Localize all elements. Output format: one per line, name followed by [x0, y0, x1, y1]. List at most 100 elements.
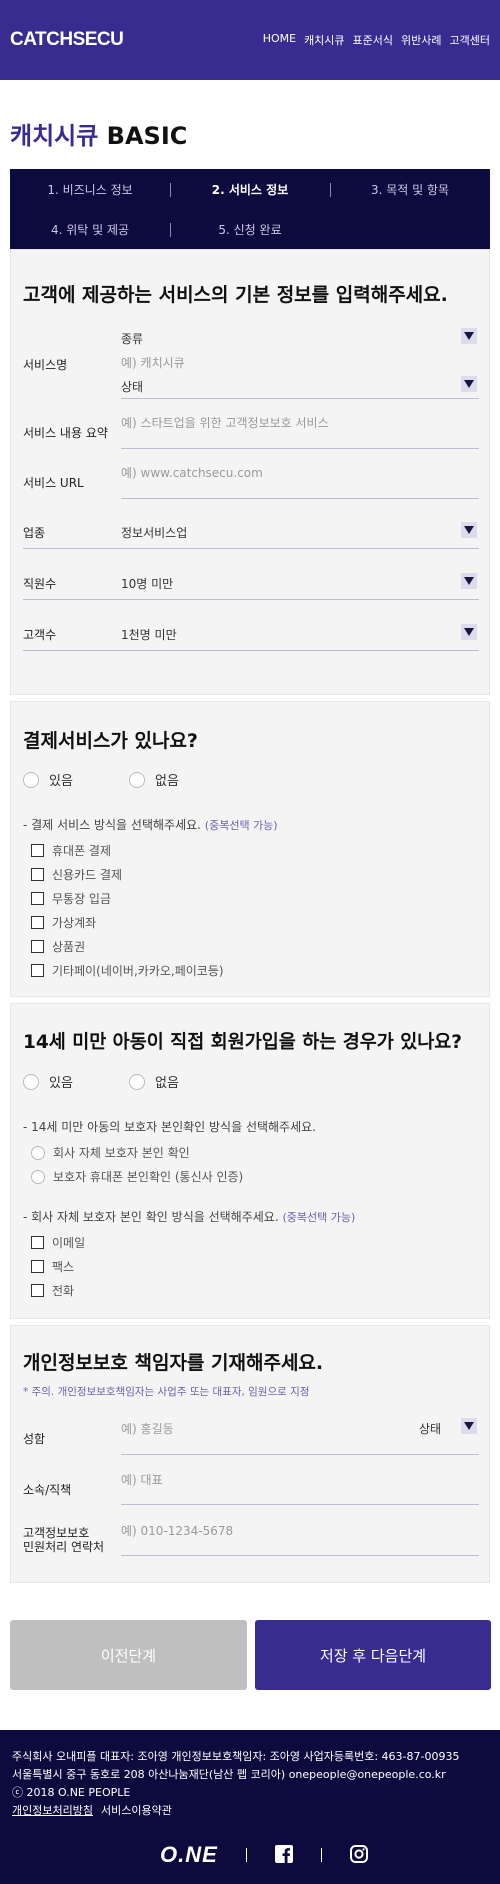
footer-links: 개인정보처리방침 서비스이용약관	[12, 1802, 180, 1818]
checkbox[interactable]	[31, 1260, 44, 1273]
guardian-method-radio[interactable]: 회사 자체 보호자 본인 확인	[31, 1144, 190, 1161]
site-header: CATCHSECU HOME 캐치시큐 표준서식 위반사례 고객센터	[0, 0, 500, 80]
field-underline	[121, 498, 479, 499]
page-title: 캐치시큐 BASIC	[10, 122, 188, 150]
officer-note: * 주의. 개인정보보호책임자는 사업주 또는 대표자, 임원으로 지정	[23, 1386, 310, 1398]
industry-select[interactable]: 정보서비스업	[121, 524, 187, 541]
payment-option[interactable]: 무통장 입금	[31, 890, 111, 907]
verification-option[interactable]: 이메일	[31, 1234, 85, 1251]
company-info: 주식회사 오내피플 대표자: 조아영 개인정보보호책임자: 조아영 사업자등록번…	[12, 1750, 460, 1763]
company-method-prompt: - 회사 자체 보호자 본인 확인 방식을 선택해주세요. (중복선택 가능)	[23, 1210, 356, 1224]
copyright: ⓒ 2018 O.NE PEOPLE	[12, 1786, 131, 1799]
employees-label: 직원수	[23, 577, 57, 591]
step-3: 3. 목적 및 항목	[370, 183, 450, 197]
officer-name-input[interactable]: 예) 홍길동	[121, 1420, 174, 1437]
chevron-down-icon[interactable]	[461, 1418, 477, 1434]
step-2-active: 2. 서비스 정보	[211, 183, 289, 197]
payment-option[interactable]: 신용카드 결제	[31, 866, 122, 883]
field-underline	[121, 1454, 479, 1455]
payment-option[interactable]: 상품권	[31, 938, 85, 955]
field-underline	[23, 599, 479, 600]
service-url-input[interactable]: 예) www.catchsecu.com	[121, 464, 263, 481]
verification-option[interactable]: 팩스	[31, 1258, 74, 1275]
officer-dept-label: 소속/직책	[23, 1483, 72, 1497]
service-type-select[interactable]: 종류	[121, 330, 143, 347]
checkbox[interactable]	[31, 1236, 44, 1249]
guardian-method-prompt: - 14세 미만 아동의 보호자 본인확인 방식을 선택해주세요.	[23, 1120, 316, 1134]
terms-link[interactable]: 서비스이용약관	[101, 1804, 172, 1817]
service-summary-input[interactable]: 예) 스타트업을 위한 고객정보보호 서비스	[121, 414, 329, 431]
checkbox[interactable]	[31, 892, 44, 905]
logo[interactable]: CATCHSECU	[10, 29, 124, 51]
field-underline	[23, 548, 479, 549]
radio-circle[interactable]	[31, 1169, 45, 1184]
payment-option[interactable]: 가상계좌	[31, 914, 96, 931]
checkbox[interactable]	[31, 964, 44, 977]
chevron-down-icon[interactable]	[461, 573, 477, 589]
footer-brand-row: O.NE	[160, 1842, 368, 1868]
verification-option[interactable]: 전화	[31, 1282, 74, 1299]
radio-circle[interactable]	[129, 1073, 145, 1090]
employees-select[interactable]: 10명 미만	[121, 575, 173, 592]
field-underline	[121, 1504, 479, 1505]
company-address: 서울특별시 중구 동호로 208 아산나눔재단(남산 펩 코리아) onepeo…	[12, 1768, 446, 1781]
facebook-icon[interactable]	[274, 1844, 293, 1866]
service-name-label: 서비스명	[23, 358, 68, 372]
officer-contact-input[interactable]: 예) 010-1234-5678	[121, 1522, 233, 1539]
section-heading: 개인정보보호 책임자를 기재해주세요.	[23, 1352, 324, 1374]
radio-circle[interactable]	[23, 1073, 39, 1090]
radio-circle[interactable]	[23, 771, 39, 788]
radio-circle[interactable]	[129, 771, 145, 788]
chevron-down-icon[interactable]	[461, 376, 477, 392]
payment-no-radio[interactable]: 없음	[129, 770, 179, 789]
service-info-section: 고객에 제공하는 서비스의 기본 정보를 입력해주세요. 서비스명 종류 예) …	[10, 249, 490, 695]
field-underline	[121, 398, 479, 399]
checkbox[interactable]	[31, 940, 44, 953]
child-no-radio[interactable]: 없음	[129, 1072, 179, 1091]
payment-yes-radio[interactable]: 있음	[23, 770, 73, 789]
section-heading: 고객에 제공하는 서비스의 기본 정보를 입력해주세요.	[23, 284, 448, 306]
radio-circle[interactable]	[31, 1145, 45, 1160]
nav-violations[interactable]: 위반사례	[401, 32, 441, 48]
section-heading: 14세 미만 아동이 직접 회원가입을 하는 경우가 있나요?	[23, 1032, 462, 1053]
checkbox[interactable]	[31, 868, 44, 881]
officer-contact-label: 고객정보보호 민원처리 연락처	[23, 1526, 105, 1554]
nav-catchsecu[interactable]: 캐치시큐	[304, 32, 344, 48]
step-5: 5. 신청 완료	[218, 223, 282, 237]
prev-step-button[interactable]: 이전단계	[10, 1620, 247, 1690]
guardian-method-radio[interactable]: 보호자 휴대폰 본인확인 (통신사 인증)	[31, 1168, 243, 1185]
checkbox[interactable]	[31, 916, 44, 929]
nav-standard-forms[interactable]: 표준서식	[353, 32, 393, 48]
service-summary-label: 서비스 내용 요약	[23, 426, 108, 440]
step-1: 1. 비즈니스 정보	[47, 183, 133, 197]
chevron-down-icon[interactable]	[461, 522, 477, 538]
checkbox[interactable]	[31, 844, 44, 857]
chevron-down-icon[interactable]	[461, 328, 477, 344]
brand-logo: O.NE	[160, 1842, 218, 1867]
save-next-button[interactable]: 저장 후 다음단계	[255, 1620, 491, 1690]
officer-dept-input[interactable]: 예) 대표	[121, 1471, 163, 1488]
officer-name-label: 성함	[23, 1432, 46, 1446]
chevron-down-icon[interactable]	[461, 624, 477, 640]
checkbox[interactable]	[31, 1284, 44, 1297]
officer-status-select[interactable]: 상태	[419, 1420, 441, 1437]
divider	[245, 1848, 247, 1862]
divider	[320, 1848, 322, 1862]
payment-option[interactable]: 기타페이(네이버,카카오,페이코등)	[31, 962, 224, 979]
industry-label: 업종	[23, 526, 46, 540]
customers-label: 고객수	[23, 628, 57, 642]
child-yes-radio[interactable]: 있음	[23, 1072, 73, 1091]
privacy-policy-link[interactable]: 개인정보처리방침	[12, 1804, 93, 1817]
service-url-label: 서비스 URL	[23, 476, 84, 490]
nav-support[interactable]: 고객센터	[450, 32, 490, 48]
payment-option[interactable]: 휴대폰 결제	[31, 842, 111, 859]
child-signup-section: 14세 미만 아동이 직접 회원가입을 하는 경우가 있나요? 있음 없음 - …	[10, 1003, 490, 1319]
field-underline	[121, 1555, 479, 1556]
instagram-icon[interactable]	[349, 1844, 368, 1866]
service-status-select[interactable]: 상태	[121, 378, 143, 395]
customers-select[interactable]: 1천명 미만	[121, 626, 177, 643]
service-name-input[interactable]: 예) 캐치시큐	[121, 354, 185, 371]
site-footer: 주식회사 오내피플 대표자: 조아영 개인정보보호책임자: 조아영 사업자등록번…	[0, 1730, 500, 1884]
step-indicator: 1. 비즈니스 정보 2. 서비스 정보 3. 목적 및 항목 4. 위탁 및 …	[10, 169, 490, 249]
nav-home[interactable]: HOME	[263, 32, 296, 48]
